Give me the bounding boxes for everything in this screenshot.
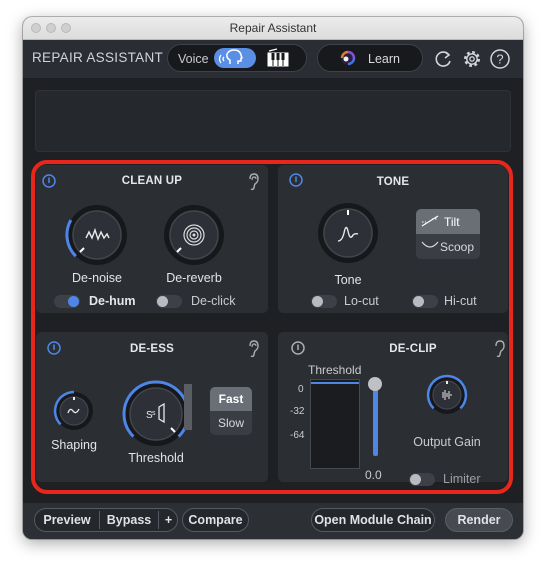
open-module-chain-button[interactable]: Open Module Chain bbox=[311, 508, 435, 532]
app-header: REPAIR ASSISTANT Voice Learn ? bbox=[23, 40, 523, 78]
help-icon[interactable]: ? bbox=[489, 48, 511, 70]
audio-meter-display bbox=[35, 90, 511, 152]
add-button[interactable]: + bbox=[159, 509, 178, 531]
preview-button[interactable]: Preview bbox=[35, 509, 99, 531]
window-title: Repair Assistant bbox=[229, 21, 317, 35]
app-title: REPAIR ASSISTANT bbox=[32, 50, 164, 65]
svg-text:?: ? bbox=[496, 52, 503, 67]
mode-label: Voice bbox=[178, 52, 209, 66]
settings-gear-icon[interactable] bbox=[461, 48, 483, 70]
voice-mode-button[interactable] bbox=[214, 48, 256, 68]
app-window: Repair Assistant REPAIR ASSISTANT Voice bbox=[23, 17, 523, 539]
footer-bar: Preview Bypass + Compare Open Module Cha… bbox=[23, 503, 523, 539]
learn-button[interactable]: Learn bbox=[317, 44, 423, 72]
preview-bypass-group: Preview Bypass + bbox=[34, 508, 178, 532]
history-icon[interactable] bbox=[432, 48, 454, 70]
piano-icon bbox=[267, 48, 289, 67]
render-button[interactable]: Render bbox=[445, 508, 513, 532]
title-bar: Repair Assistant bbox=[23, 17, 523, 40]
music-mode-button[interactable] bbox=[265, 48, 291, 68]
compare-button[interactable]: Compare bbox=[182, 508, 249, 532]
learn-label: Learn bbox=[368, 52, 400, 66]
modules-highlight-outline bbox=[31, 160, 513, 494]
voice-head-icon bbox=[218, 49, 243, 64]
learn-orb-icon bbox=[340, 50, 356, 66]
bypass-button[interactable]: Bypass bbox=[100, 509, 158, 531]
mode-selector: Voice bbox=[167, 44, 307, 72]
